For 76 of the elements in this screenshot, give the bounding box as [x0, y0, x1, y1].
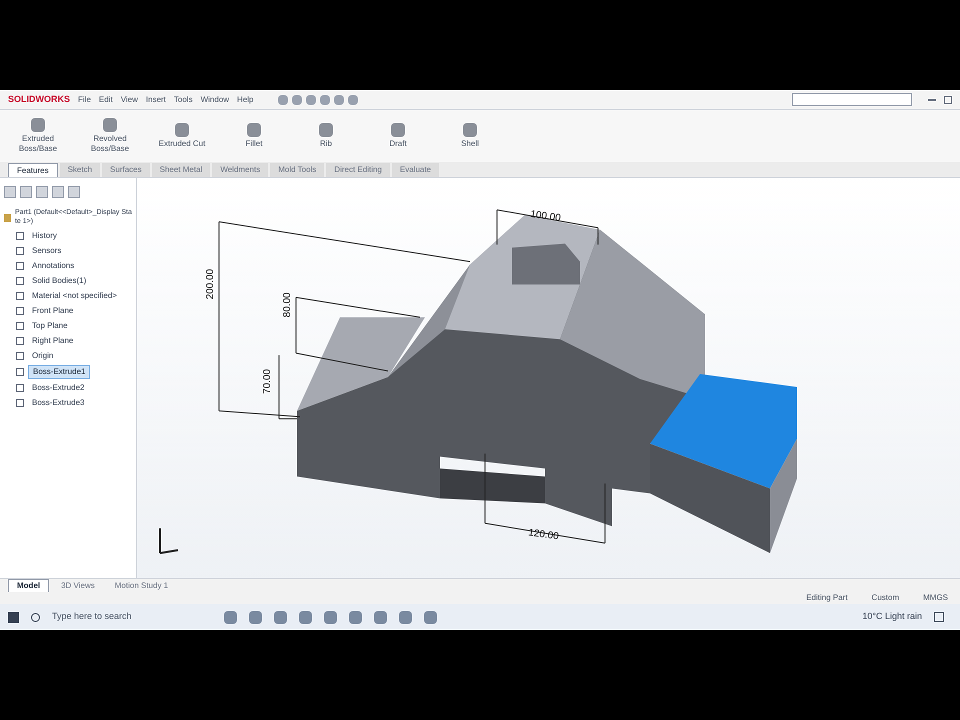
tree-item[interactable]: History [28, 230, 61, 242]
command-tab[interactable]: Sketch [60, 163, 100, 177]
tree-item[interactable]: Material <not specified> [28, 290, 121, 302]
part-icon [4, 214, 11, 222]
taskbar-app-icon[interactable] [249, 610, 262, 624]
feature-icon [103, 118, 117, 132]
panel-tab-icon[interactable] [68, 186, 80, 198]
dimension-label[interactable]: 200.00 [204, 268, 216, 300]
weather-text: 10°C Light rain [862, 610, 922, 624]
command-button[interactable]: Extruded Cut [152, 123, 212, 149]
status-text: Editing Part [806, 592, 848, 604]
command-tab[interactable]: Weldments [212, 163, 268, 177]
tree-item[interactable]: Top Plane [28, 320, 72, 332]
status-text: MMGS [923, 592, 948, 604]
feature-icon [463, 123, 477, 137]
command-button[interactable]: Extruded Boss/Base [8, 118, 68, 154]
model-tab[interactable]: Motion Study 1 [106, 580, 176, 592]
tree-item[interactable]: Origin [28, 350, 58, 362]
feature-icon [175, 123, 189, 137]
command-tab[interactable]: Evaluate [392, 163, 440, 177]
feature-icon [319, 123, 333, 137]
feature-icon [247, 123, 261, 137]
minimize-icon[interactable] [928, 98, 936, 100]
command-tab[interactable]: Features [8, 163, 58, 177]
tree-item[interactable]: Annotations [28, 260, 78, 272]
menu-item[interactable]: Tools [174, 94, 193, 106]
app-logo: SOLIDWORKS [8, 92, 70, 106]
command-button[interactable]: Draft [368, 123, 428, 149]
menu-item[interactable]: Edit [98, 94, 113, 106]
command-tab[interactable]: Surfaces [102, 163, 150, 177]
taskbar-app-icon[interactable] [324, 610, 337, 624]
model-tab[interactable]: 3D Views [53, 580, 103, 592]
tree-item[interactable]: Front Plane [28, 304, 78, 316]
menu-item[interactable]: Insert [146, 94, 166, 106]
command-tab[interactable]: Direct Editing [326, 163, 390, 177]
feature-icon [391, 123, 405, 137]
menu-item[interactable]: File [78, 94, 91, 106]
dimension-label[interactable]: 70.00 [262, 369, 273, 394]
feature-icon [31, 118, 45, 132]
dimension-label[interactable]: 120.00 [528, 527, 560, 542]
command-button[interactable]: Revolved Boss/Base [80, 118, 140, 154]
command-tab[interactable]: Mold Tools [270, 163, 324, 177]
tree-item[interactable]: Right Plane [28, 334, 78, 346]
taskbar-app-icon[interactable] [374, 610, 387, 624]
command-button[interactable]: Fillet [224, 123, 284, 149]
search-icon[interactable] [31, 612, 40, 622]
notification-icon[interactable] [934, 612, 944, 622]
taskbar-app-icon[interactable] [224, 610, 237, 624]
taskbar-app-icon[interactable] [349, 610, 362, 624]
tree-item[interactable]: Boss-Extrude2 [28, 382, 88, 394]
panel-tab-icon[interactable] [52, 186, 64, 198]
taskbar-app-icon[interactable] [274, 610, 287, 624]
command-tab[interactable]: Sheet Metal [152, 163, 210, 177]
menu-item[interactable]: View [120, 94, 138, 106]
panel-tab-icon[interactable] [36, 186, 48, 198]
panel-tab-icon[interactable] [20, 186, 32, 198]
menu-item[interactable]: Help [237, 94, 254, 106]
panel-tab-icon[interactable] [4, 186, 16, 198]
taskbar-app-icon[interactable] [399, 610, 412, 624]
start-icon[interactable] [8, 612, 19, 622]
taskbar-app-icon[interactable] [424, 610, 437, 624]
tree-item[interactable]: Boss-Extrude3 [28, 396, 88, 408]
tree-item[interactable]: Sensors [28, 244, 66, 256]
axis-triad-icon [159, 527, 179, 554]
tree-item[interactable]: Solid Bodies(1) [28, 274, 90, 286]
taskbar-search-field[interactable]: Type here to search [52, 610, 212, 624]
command-button[interactable]: Shell [440, 123, 500, 149]
model-tab[interactable]: Model [8, 578, 50, 592]
menu-item[interactable]: Window [200, 94, 230, 106]
dimension-label[interactable]: 80.00 [282, 292, 293, 318]
search-field[interactable] [792, 93, 912, 106]
dimension-label[interactable]: 100.00 [530, 208, 562, 224]
tree-item[interactable]: Boss-Extrude1 [28, 364, 90, 378]
command-button[interactable]: Rib [296, 123, 356, 149]
taskbar-app-icon[interactable] [299, 610, 312, 624]
status-text: Custom [872, 592, 900, 604]
